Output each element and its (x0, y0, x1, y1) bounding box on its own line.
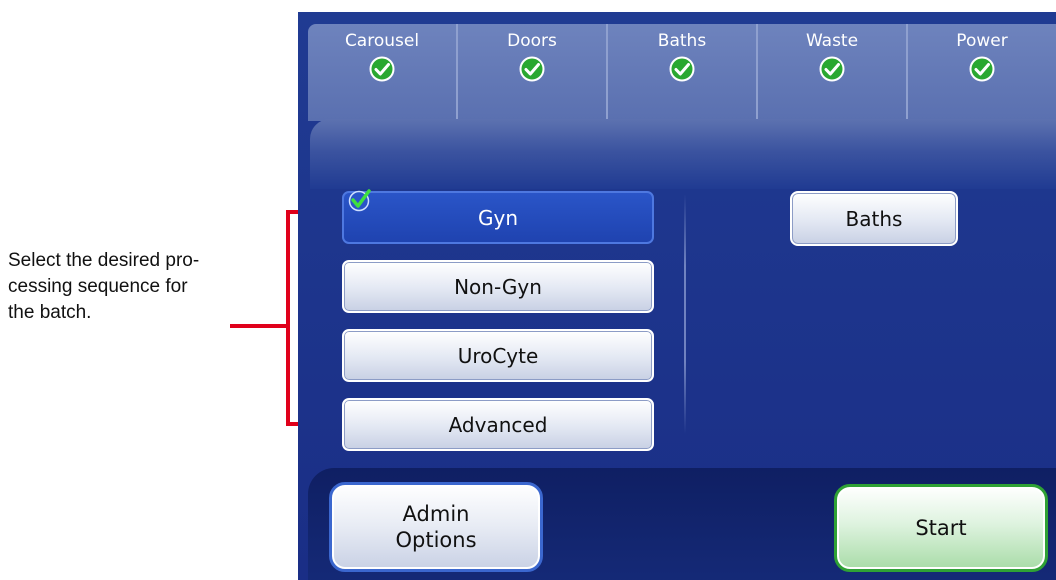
admin-options-label: Admin Options (395, 502, 477, 552)
status-label: Doors (507, 31, 557, 51)
sequence-button-gyn[interactable]: Gyn (342, 189, 654, 244)
start-button[interactable]: Start (834, 484, 1048, 572)
status-label: Power (956, 31, 1008, 51)
status-bar: Carousel Doors Baths Waste Power (308, 24, 1056, 121)
check-circle-icon (369, 56, 395, 82)
selected-check-icon (348, 189, 371, 212)
status-waste: Waste (758, 24, 908, 121)
baths-button[interactable]: Baths (790, 191, 958, 246)
sequence-button-non-gyn[interactable]: Non-Gyn (342, 260, 654, 313)
status-baths: Baths (608, 24, 758, 121)
status-power: Power (908, 24, 1056, 121)
admin-options-button[interactable]: Admin Options (329, 482, 543, 572)
status-label: Baths (657, 31, 707, 51)
sequence-label: Advanced (448, 412, 548, 437)
sequence-label: Gyn (477, 205, 518, 230)
sequence-label: UroCyte (457, 343, 539, 368)
sequence-button-urocyte[interactable]: UroCyte (342, 329, 654, 382)
start-label: Start (915, 516, 967, 540)
sequence-label: Non-Gyn (454, 274, 542, 299)
check-circle-icon (669, 56, 695, 82)
callout-bracket-vertical (286, 210, 290, 426)
device-screen: Carousel Doors Baths Waste Power Gyn Non… (298, 12, 1056, 580)
check-circle-icon (519, 56, 545, 82)
sequence-button-advanced[interactable]: Advanced (342, 398, 654, 451)
status-label: Waste (805, 31, 859, 51)
callout-text: Select the desired pro- cessing sequence… (8, 250, 200, 323)
panel-divider (684, 194, 686, 434)
panel-header (310, 119, 1056, 189)
status-label: Carousel (344, 31, 420, 51)
status-doors: Doors (458, 24, 608, 121)
callout-leader-line (230, 324, 288, 328)
check-circle-icon (969, 56, 995, 82)
baths-button-label: Baths (845, 206, 903, 231)
status-carousel: Carousel (308, 24, 458, 121)
check-circle-icon (819, 56, 845, 82)
